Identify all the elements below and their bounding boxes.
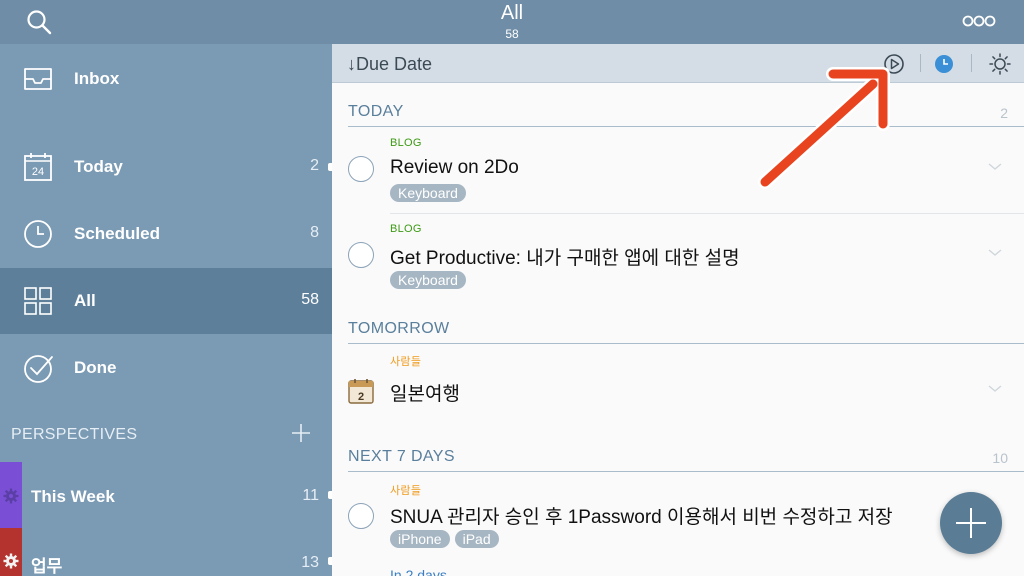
sidebar-item-label: Today: [74, 157, 123, 176]
tag-badge[interactable]: iPad: [454, 530, 499, 548]
svg-text:24: 24: [32, 166, 44, 178]
sidebar-item-all[interactable]: All 58: [0, 268, 332, 334]
section-divider: [348, 471, 1024, 472]
sidebar-item-done[interactable]: Done: [0, 335, 332, 401]
task-row[interactable]: 사람들 2 일본여행: [332, 345, 1024, 435]
sidebar: Inbox 24 Today 2 Scheduled 8 All 58 Done…: [0, 44, 332, 576]
task-tags: Keyboard: [390, 271, 466, 289]
task-tags: iPhone iPad: [390, 530, 499, 548]
plus-icon: [956, 508, 986, 538]
chevron-down-icon[interactable]: [988, 248, 1002, 258]
task-title: Get Productive: 내가 구매한 앱에 대한 설명: [390, 248, 740, 269]
task-title: SNUA 관리자 승인 후 1Password 이용해서 비번 수정하고 저장: [390, 507, 893, 528]
perspective-item-work[interactable]: 업무 13: [0, 528, 332, 576]
section-title: TOMORROW: [348, 320, 450, 337]
perspective-item-this-week[interactable]: This Week 11: [0, 462, 332, 528]
checkmark-circle-icon: [24, 355, 53, 383]
section-count: 2: [1000, 105, 1008, 121]
task-row[interactable]: 사람들 SNUA 관리자 승인 후 1Password 이용해서 비번 수정하고…: [332, 473, 1024, 576]
section-count: 10: [992, 450, 1008, 466]
sidebar-item-count: 58: [301, 291, 319, 308]
gear-icon[interactable]: [3, 488, 19, 504]
section-header-today: TODAY 2: [348, 95, 1024, 127]
chevron-down-icon[interactable]: [988, 162, 1002, 172]
sidebar-item-label: All: [74, 291, 96, 310]
calendar-badge-icon[interactable]: 2: [348, 378, 374, 404]
sidebar-item-today[interactable]: 24 Today 2: [0, 134, 332, 200]
sidebar-item-count: 8: [310, 224, 319, 241]
task-project: BLOG: [390, 137, 422, 149]
calendar-badge-number: 2: [358, 391, 364, 403]
task-title: Review on 2Do: [390, 157, 519, 178]
section-title: TODAY: [348, 103, 404, 120]
task-list-panel: ↓Due Date TODAY 2 BLOG Review on 2Do Key…: [332, 44, 1024, 576]
top-bar: All 58: [0, 0, 1024, 44]
toolbar-divider: [920, 54, 921, 72]
task-row[interactable]: BLOG Get Productive: 내가 구매한 앱에 대한 설명 Key…: [332, 214, 1024, 302]
task-checkbox[interactable]: [348, 242, 374, 268]
perspectives-heading: PERSPECTIVES: [11, 426, 138, 443]
sidebar-item-count: 2: [310, 157, 319, 174]
perspective-label: 업무: [31, 557, 63, 576]
toolbar-divider: [971, 54, 972, 72]
brightness-icon[interactable]: [989, 53, 1011, 75]
gear-icon[interactable]: [3, 553, 19, 569]
list-title: All: [500, 2, 524, 24]
clock-icon: [24, 220, 52, 248]
section-header-tomorrow: TOMORROW: [348, 312, 1024, 344]
add-perspective-icon[interactable]: [290, 422, 312, 444]
task-project: BLOG: [390, 223, 422, 235]
list-count: 58: [505, 27, 519, 41]
annotation-arrow-icon: [758, 67, 890, 189]
perspective-count: 13: [301, 554, 319, 571]
perspective-label: This Week: [31, 487, 115, 506]
list-toolbar: ↓Due Date: [332, 44, 1024, 83]
sidebar-item-inbox[interactable]: Inbox: [0, 46, 332, 112]
chevron-down-icon[interactable]: [988, 384, 1002, 394]
grid-icon: [24, 287, 52, 315]
tag-badge[interactable]: Keyboard: [390, 271, 466, 289]
sidebar-item-label: Scheduled: [74, 224, 160, 243]
task-row[interactable]: BLOG Review on 2Do Keyboard: [332, 128, 1024, 214]
sort-arrow-icon: ↓: [347, 54, 356, 74]
inbox-icon: [24, 68, 52, 90]
section-divider: [348, 343, 1024, 344]
task-tags: Keyboard: [390, 184, 466, 202]
sort-button[interactable]: ↓Due Date: [347, 54, 432, 75]
due-date-label: In 2 days: [390, 567, 447, 576]
tag-badge[interactable]: iPhone: [390, 530, 450, 548]
sort-label: Due Date: [356, 54, 433, 74]
sidebar-item-label: Inbox: [74, 69, 120, 88]
add-task-button[interactable]: [940, 492, 1002, 554]
more-options-icon[interactable]: [962, 14, 996, 28]
section-title: NEXT 7 DAYS: [348, 448, 455, 465]
task-title: 일본여행: [390, 384, 460, 405]
section-header-next-7-days: NEXT 7 DAYS 10: [348, 440, 1024, 472]
task-project: 사람들: [390, 356, 422, 368]
calendar-icon: 24: [24, 153, 52, 181]
sidebar-item-label: Done: [74, 358, 117, 377]
tag-badge[interactable]: Keyboard: [390, 184, 466, 202]
clock-icon[interactable]: [933, 53, 955, 75]
perspective-count: 11: [302, 487, 319, 504]
task-checkbox[interactable]: [348, 503, 374, 529]
sidebar-item-scheduled[interactable]: Scheduled 8: [0, 201, 332, 267]
task-checkbox[interactable]: [348, 156, 374, 182]
task-project: 사람들: [390, 485, 422, 497]
section-divider: [348, 126, 1024, 127]
